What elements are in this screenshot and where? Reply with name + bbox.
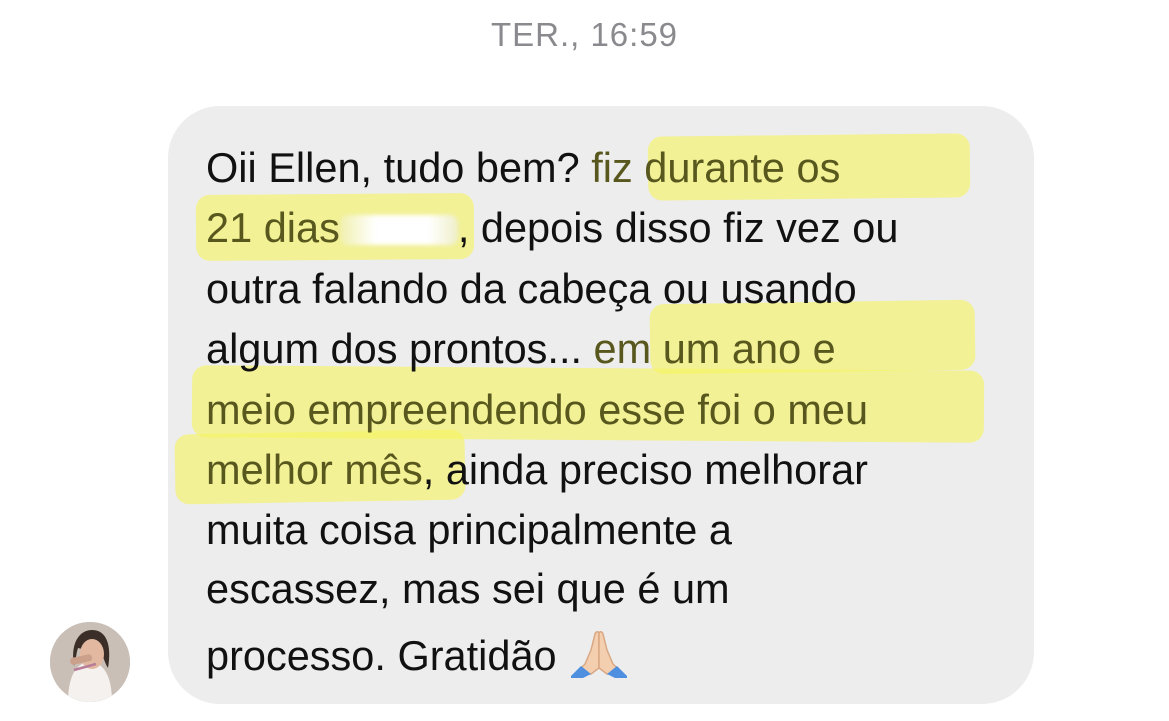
message-line: algum dos prontos... em um ano e: [206, 328, 836, 370]
highlighted-text: em um ano e: [593, 325, 836, 372]
message-line: outra falando da cabeça ou usando: [206, 268, 857, 310]
message-text: Oii Ellen, tudo bem?: [206, 144, 592, 191]
message-text: , ainda preciso melhorar: [422, 446, 868, 493]
message-text: algum dos prontos...: [206, 325, 594, 372]
message-timestamp: TER., 16:59: [490, 16, 679, 53]
chat-screen: TER., 16:59 Oii Ellen, tudo bem? fiz dur…: [0, 0, 1169, 721]
highlighted-text: meio empreendendo esse foi o meu: [206, 386, 869, 433]
message-text: processo. Gratidão: [206, 632, 557, 679]
redaction-blur: [339, 215, 458, 245]
message-text: escassez, mas sei que é um: [206, 565, 730, 612]
highlighted-text: 21 dias: [206, 204, 340, 251]
message-line: escassez, mas sei que é um: [206, 568, 730, 610]
message-line: 21 dias , depois disso fiz vez ou: [206, 207, 898, 249]
highlighted-text: melhor mês: [206, 446, 423, 493]
message-line: meio empreendendo esse foi o meu: [206, 389, 868, 431]
message-line: muita coisa principalmente a: [206, 509, 732, 551]
message-line: processo. Gratidão: [206, 628, 629, 678]
highlighted-text: fiz durante os: [591, 144, 841, 191]
sender-avatar[interactable]: [50, 622, 130, 702]
message-text: , depois disso fiz vez ou: [457, 204, 899, 251]
message-line: Oii Ellen, tudo bem? fiz durante os: [206, 147, 840, 189]
message-text: muita coisa principalmente a: [206, 506, 732, 553]
message-text: outra falando da cabeça ou usando: [206, 265, 857, 312]
message-line: melhor mês, ainda preciso melhorar: [206, 449, 868, 491]
folded-hands-icon: [569, 628, 629, 678]
